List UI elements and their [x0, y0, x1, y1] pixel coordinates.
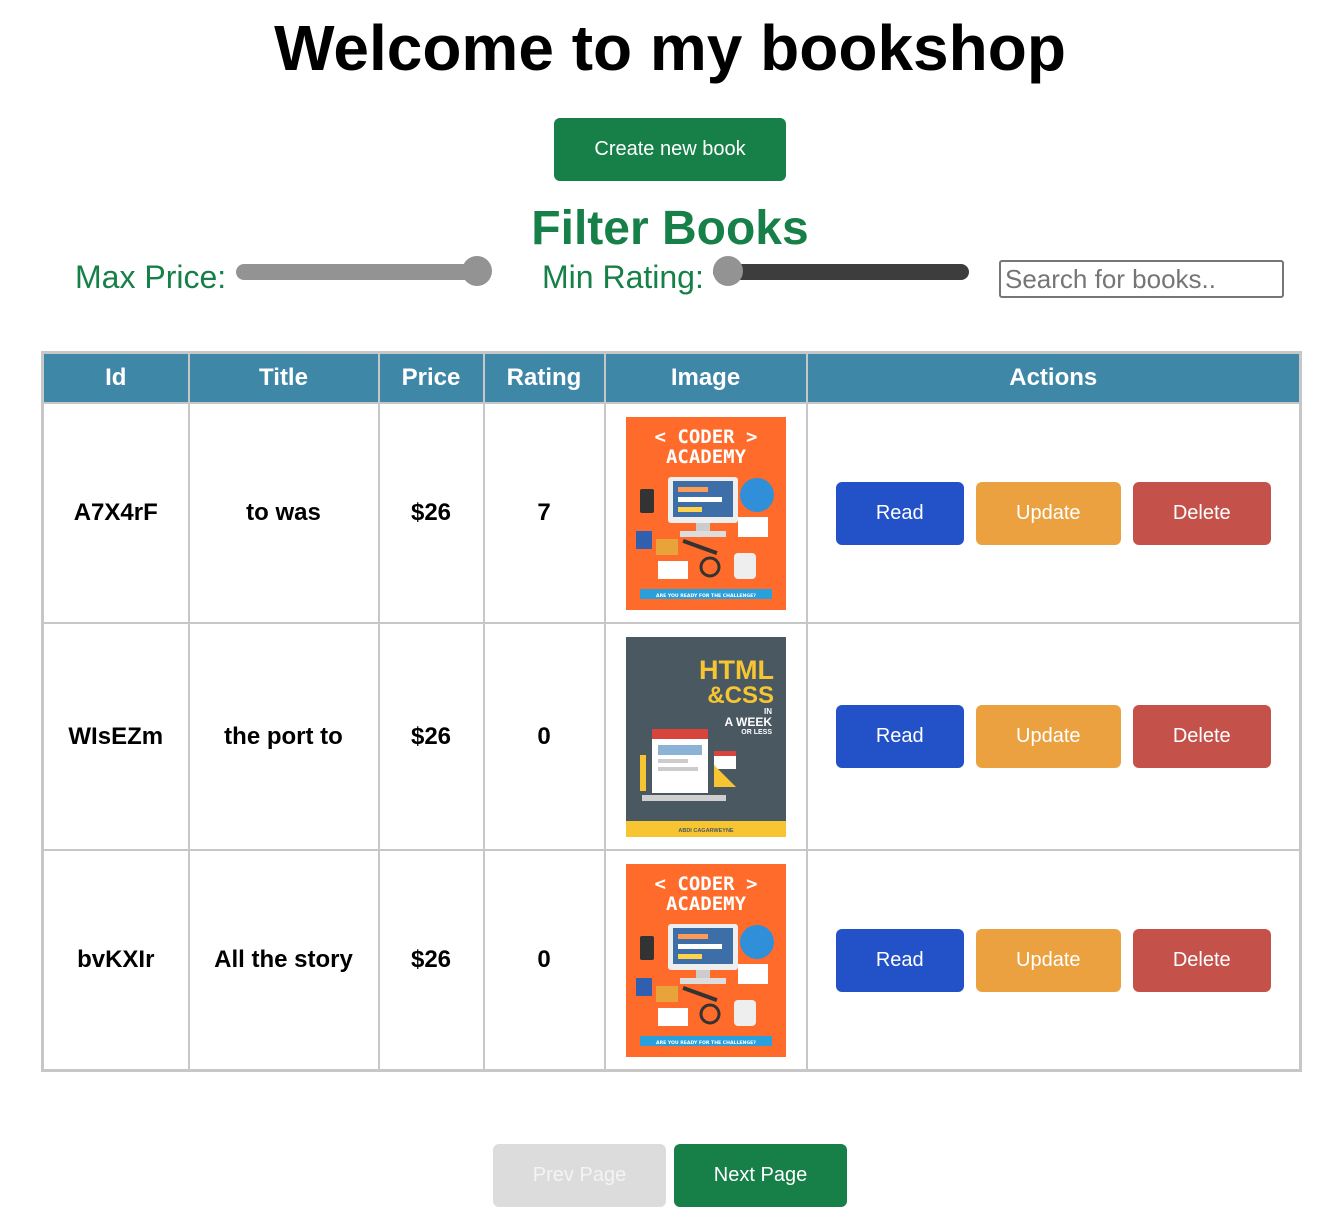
prev-page-button[interactable]: Prev Page: [493, 1144, 666, 1207]
cover-tagline: ARE YOU READY FOR THE CHALLENGE?: [656, 1040, 756, 1046]
update-button[interactable]: Update: [975, 481, 1121, 545]
book-title: to was: [187, 402, 380, 624]
book-cover-image: < CODER > ACADEMY ARE YOU READY FOR THE …: [625, 416, 786, 610]
book-price: $26: [377, 402, 485, 624]
header-rating: Rating: [482, 351, 606, 404]
header-price: Price: [377, 351, 485, 404]
max-price-label: Max Price:: [75, 259, 227, 295]
read-button[interactable]: Read: [835, 705, 964, 768]
cover-title-line-2: ACADEMY: [665, 893, 746, 915]
book-rating: 7: [482, 402, 606, 624]
table-header-row: Id Title Price Rating Image Actions: [41, 351, 1302, 404]
create-new-book-button[interactable]: Create new book: [554, 118, 786, 181]
min-rating-slider-thumb[interactable]: [713, 256, 743, 286]
delete-button[interactable]: Delete: [1132, 705, 1271, 768]
book-id: WIsEZm: [41, 622, 190, 851]
table-row: bvKXIr All the story $26 0 < CODER > ACA…: [41, 849, 1302, 1072]
cover-title-line-1: HTML: [699, 655, 774, 685]
table-row: WIsEZm the port to $26 0 HTML &CSS IN A …: [41, 622, 1302, 851]
delete-button[interactable]: Delete: [1132, 481, 1271, 545]
min-rating-label: Min Rating:: [542, 259, 704, 295]
max-price-slider[interactable]: [236, 256, 492, 286]
cover-title-line-1: < CODER >: [654, 873, 757, 895]
book-id: A7X4rF: [41, 402, 190, 624]
search-input[interactable]: [999, 260, 1284, 298]
delete-button[interactable]: Delete: [1132, 928, 1271, 992]
book-price: $26: [377, 622, 485, 851]
header-image: Image: [603, 351, 808, 404]
update-button[interactable]: Update: [975, 705, 1121, 768]
read-button[interactable]: Read: [835, 481, 964, 545]
cover-title-line-2: ACADEMY: [665, 446, 746, 468]
cover-title-line-2: &CSS: [707, 682, 774, 709]
book-title: All the story: [187, 849, 380, 1072]
book-image-cell: < CODER > ACADEMY ARE YOU READY FOR THE …: [603, 402, 808, 624]
actions-cell: Read Update Delete: [805, 402, 1302, 624]
cover-title-line-1: < CODER >: [654, 426, 757, 448]
header-id: Id: [41, 351, 190, 404]
book-rating: 0: [482, 849, 606, 1072]
header-title: Title: [187, 351, 380, 404]
cover-tagline: ARE YOU READY FOR THE CHALLENGE?: [656, 593, 756, 599]
book-cover-image: < CODER > ACADEMY ARE YOU READY FOR THE …: [625, 863, 786, 1057]
page-title: Welcome to my bookshop: [274, 12, 1066, 84]
actions-cell: Read Update Delete: [805, 849, 1302, 1072]
book-price: $26: [377, 849, 485, 1072]
filter-books-heading: Filter Books: [531, 202, 809, 255]
cover-subtitle-2: OR LESS: [741, 729, 772, 736]
next-page-button[interactable]: Next Page: [674, 1144, 847, 1207]
book-id: bvKXIr: [41, 849, 190, 1072]
header-actions: Actions: [805, 351, 1302, 404]
book-cover-image: HTML &CSS IN A WEEK OR LESS ABDI CAGARWE…: [625, 636, 786, 837]
cover-author: ABDI CAGARWEYNE: [678, 828, 734, 834]
read-button[interactable]: Read: [835, 928, 964, 992]
book-rating: 0: [482, 622, 606, 851]
cover-subtitle: A WEEK: [724, 715, 772, 729]
book-image-cell: < CODER > ACADEMY ARE YOU READY FOR THE …: [603, 849, 808, 1072]
book-title: the port to: [187, 622, 380, 851]
books-table: Id Title Price Rating Image Actions A7X4…: [41, 351, 1302, 1072]
min-rating-slider[interactable]: [713, 256, 969, 286]
update-button[interactable]: Update: [975, 928, 1121, 992]
actions-cell: Read Update Delete: [805, 622, 1302, 851]
book-image-cell: HTML &CSS IN A WEEK OR LESS ABDI CAGARWE…: [603, 622, 808, 851]
table-row: A7X4rF to was $26 7 < CODER > ACADEMY AR…: [41, 402, 1302, 624]
max-price-slider-thumb[interactable]: [462, 256, 492, 286]
